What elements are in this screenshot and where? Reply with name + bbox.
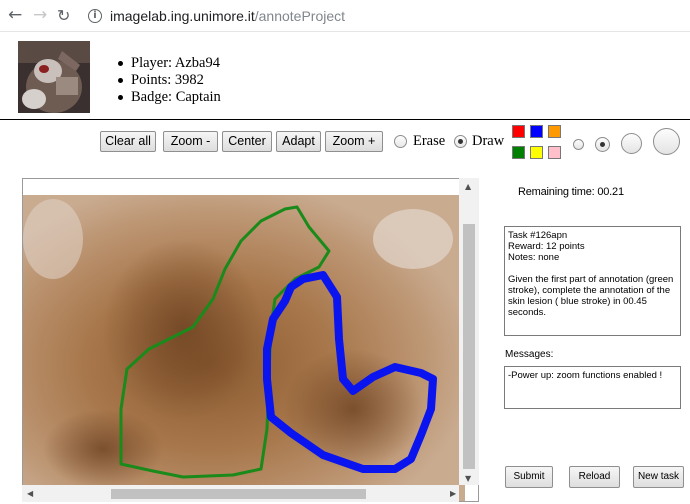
color-swatch-red[interactable] — [512, 125, 525, 138]
arrow-right-icon[interactable]: → — [33, 5, 47, 25]
brush-size-small[interactable] — [573, 139, 584, 150]
avatar — [18, 41, 90, 113]
color-swatch-yellow[interactable] — [530, 146, 543, 159]
erase-label: Erase — [413, 133, 446, 149]
clear-all-button[interactable]: Clear all — [100, 131, 156, 152]
reload-icon[interactable]: ↻ — [57, 6, 70, 25]
zoom-out-button[interactable]: Zoom - — [163, 131, 218, 152]
erase-radio[interactable] — [394, 135, 407, 148]
draw-radio[interactable] — [454, 135, 467, 148]
color-swatch-green[interactable] — [512, 146, 525, 159]
color-swatch-pink[interactable] — [548, 146, 561, 159]
header-divider — [0, 119, 690, 120]
scroll-down-icon[interactable]: ▼ — [465, 474, 471, 483]
draw-label: Draw — [472, 133, 505, 149]
url-path: /annoteProject — [254, 8, 346, 24]
player-points: Points: 3982 — [118, 72, 221, 89]
canvas-horizontal-scroll-thumb[interactable] — [111, 489, 366, 499]
zoom-in-button[interactable]: Zoom + — [325, 131, 383, 152]
reload-button[interactable]: Reload — [569, 466, 620, 488]
remaining-time: Remaining time: 00.21 — [518, 186, 624, 198]
canvas-vertical-scroll-thumb[interactable] — [463, 224, 475, 469]
adapt-button[interactable]: Adapt — [276, 131, 321, 152]
player-name: Player: Azba94 — [118, 55, 221, 72]
player-badge: Badge: Captain — [118, 89, 221, 106]
arrow-left-icon[interactable]: ← — [8, 5, 22, 25]
color-swatch-blue[interactable] — [530, 125, 543, 138]
player-info: Player: Azba94 Points: 3982 Badge: Capta… — [118, 55, 221, 106]
scroll-left-icon[interactable]: ◀ — [27, 489, 33, 498]
messages-label: Messages: — [505, 349, 554, 360]
url-host: imagelab.ing.unimore.it — [110, 8, 255, 24]
brush-size-medium[interactable] — [595, 137, 610, 152]
brush-size-large[interactable] — [621, 133, 642, 154]
messages-box: -Power up: zoom functions enabled ! — [504, 366, 681, 409]
address-bar[interactable]: imagelab.ing.unimore.it/annoteProject — [110, 8, 345, 24]
task-description: Task #126apn Reward: 12 points Notes: no… — [504, 226, 681, 336]
info-icon[interactable]: i — [88, 9, 102, 23]
scroll-right-icon[interactable]: ▶ — [450, 489, 456, 498]
annotation-canvas[interactable] — [22, 178, 479, 502]
new-task-button[interactable]: New task — [633, 466, 684, 488]
scroll-up-icon[interactable]: ▲ — [465, 182, 471, 191]
browser-toolbar: ← → ↻ i imagelab.ing.unimore.it/annotePr… — [0, 0, 690, 32]
submit-button[interactable]: Submit — [505, 466, 553, 488]
brush-size-xlarge[interactable] — [653, 128, 680, 155]
color-swatch-orange[interactable] — [548, 125, 561, 138]
center-button[interactable]: Center — [222, 131, 272, 152]
